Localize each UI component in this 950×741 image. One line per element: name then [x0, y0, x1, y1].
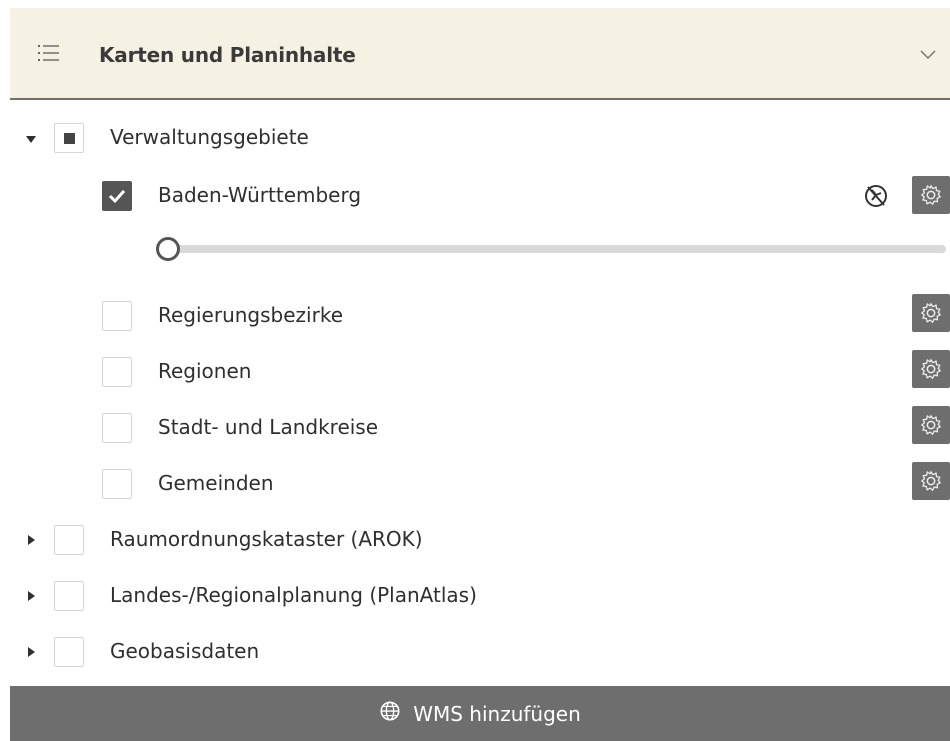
gear-button-gemeinden[interactable] [912, 462, 950, 500]
globe-icon [379, 700, 401, 727]
gear-button-regionen[interactable] [912, 350, 950, 388]
layer-label-gemeinden: Gemeinden [158, 471, 274, 495]
add-wms-button[interactable]: WMS hinzufügen [10, 686, 950, 741]
checkbox-stadt-und-landkreise[interactable] [102, 413, 132, 443]
checkbox-verwaltungsgebiete[interactable] [54, 123, 84, 153]
gear-icon [920, 358, 942, 380]
checkbox-baden-wuerttemberg[interactable] [102, 181, 132, 211]
gear-button-regierungsbezirke[interactable] [912, 294, 950, 332]
gear-icon [920, 470, 942, 492]
layer-label-verwaltungsgebiete: Verwaltungsgebiete [110, 125, 309, 149]
checkbox-regionen[interactable] [102, 357, 132, 387]
layer-label-regionen: Regionen [158, 359, 252, 383]
gear-icon [920, 302, 942, 324]
gear-button-baden-wuerttemberg[interactable] [912, 176, 950, 214]
layer-label-baden-wuerttemberg: Baden-Württemberg [158, 183, 362, 207]
gear-icon [920, 184, 942, 206]
chevron-down-icon[interactable] [920, 45, 936, 64]
checkbox-raumordnungskataster[interactable] [54, 525, 84, 555]
panel-header[interactable]: Karten und Planinhalte [10, 8, 950, 100]
add-wms-label: WMS hinzufügen [413, 701, 581, 726]
gear-button-stadt-und-landkreise[interactable] [912, 406, 950, 444]
opacity-slider-handle[interactable] [156, 237, 180, 261]
gear-icon [920, 414, 942, 436]
checkmark-icon [108, 189, 126, 204]
checkbox-gemeinden[interactable] [102, 469, 132, 499]
layer-label-landes-regionalplanung: Landes-/Regionalplanung (PlanAtlas) [110, 583, 477, 607]
caret-right-icon[interactable] [28, 647, 35, 657]
layer-label-stadt-und-landkreise: Stadt- und Landkreise [158, 415, 379, 439]
checkbox-regierungsbezirke[interactable] [102, 301, 132, 331]
caret-right-icon[interactable] [28, 591, 35, 601]
panel-title: Karten und Planinhalte [99, 43, 356, 67]
checkbox-geobasisdaten[interactable] [54, 637, 84, 667]
list-icon [38, 44, 60, 66]
caret-down-icon[interactable] [26, 136, 36, 143]
layer-label-regierungsbezirke: Regierungsbezirke [158, 303, 343, 327]
globe-crossed-icon[interactable] [863, 183, 889, 213]
opacity-slider-track[interactable] [168, 245, 946, 253]
caret-right-icon[interactable] [28, 535, 35, 545]
layer-label-geobasisdaten: Geobasisdaten [110, 639, 260, 663]
checkbox-landes-regionalplanung[interactable] [54, 581, 84, 611]
layer-label-raumordnungskataster: Raumordnungskataster (AROK) [110, 527, 423, 551]
